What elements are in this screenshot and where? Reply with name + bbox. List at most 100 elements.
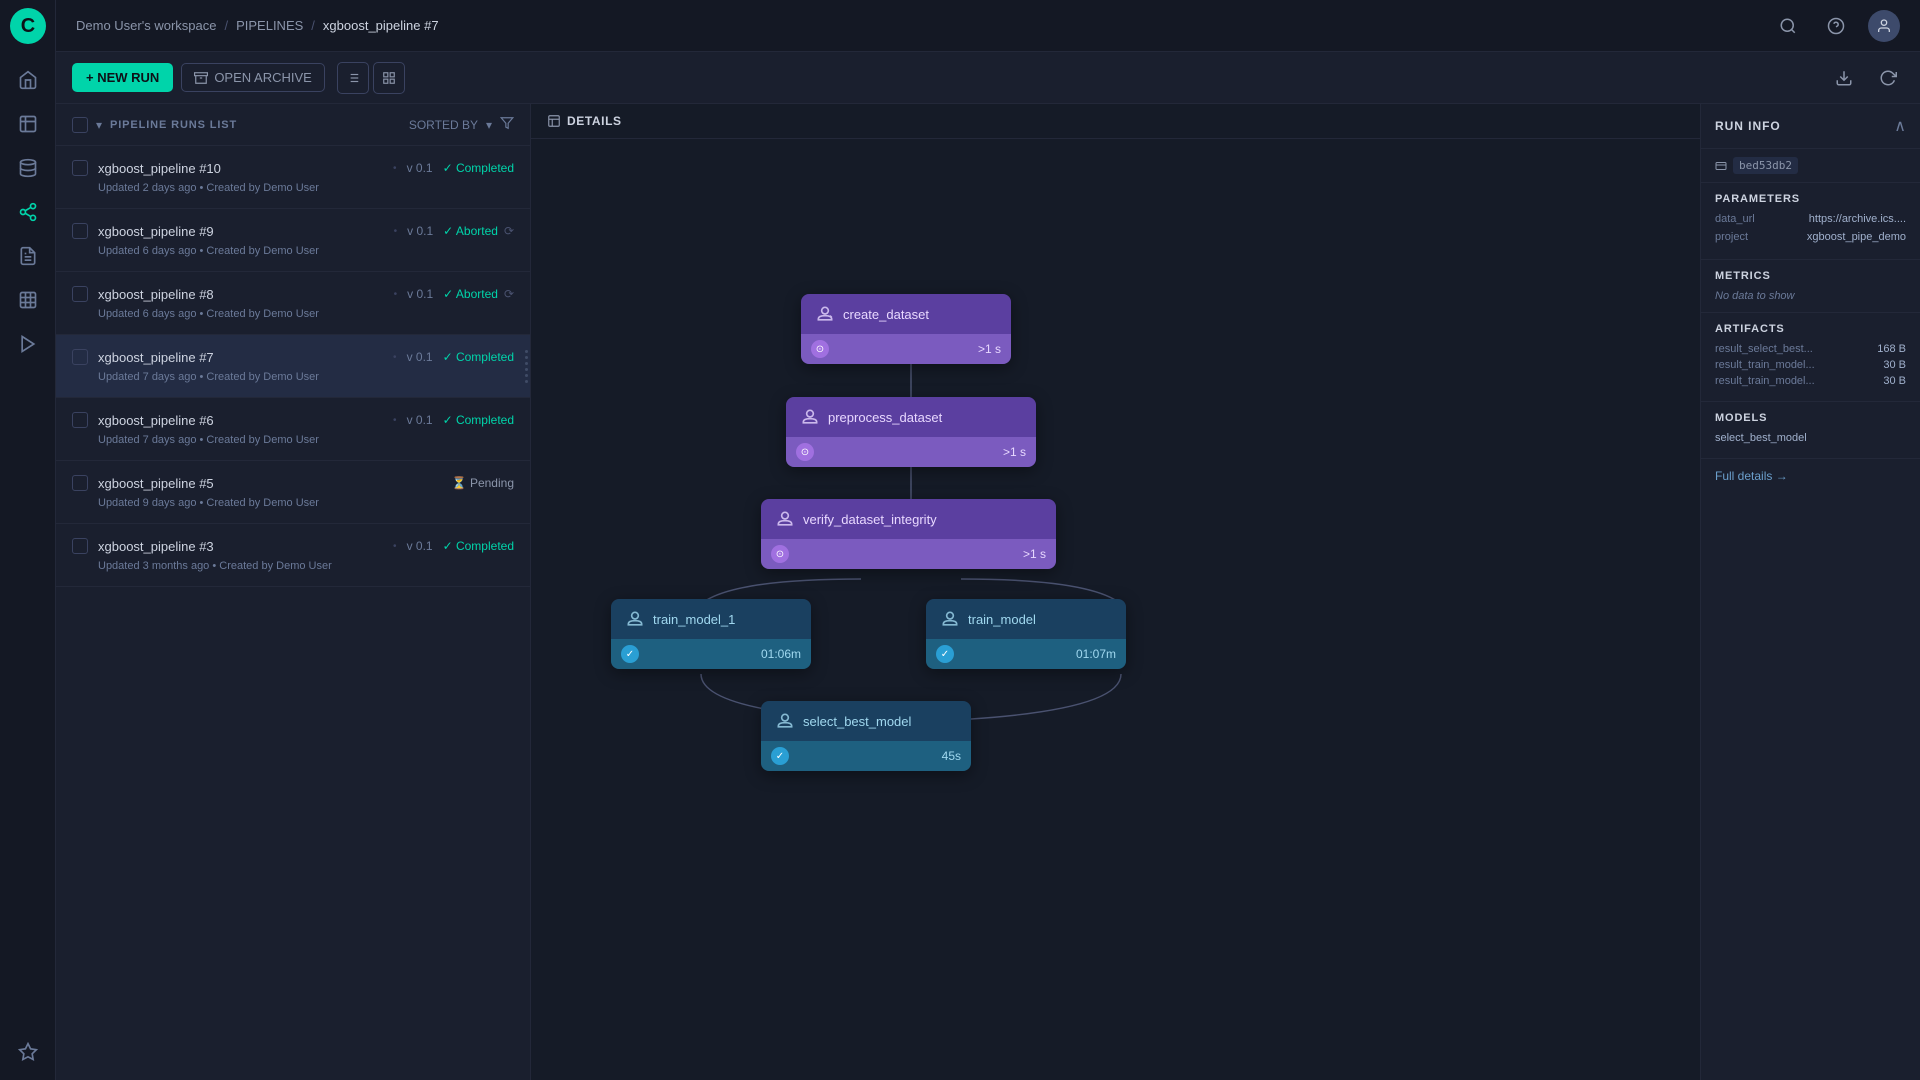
nav-experiments[interactable] [8, 104, 48, 144]
run-status: ✓ Aborted ⟳ [443, 224, 514, 238]
nav-home[interactable] [8, 60, 48, 100]
artifact-row-3: result_train_model... 30 B [1715, 375, 1906, 387]
run-name: xgboost_pipeline #7 [98, 350, 383, 365]
node-preprocess-dataset-name: preprocess_dataset [828, 410, 942, 425]
run-name: xgboost_pipeline #10 [98, 161, 383, 176]
run-item[interactable]: xgboost_pipeline #3 •v 0.1 ✓ Completed U… [56, 524, 530, 587]
nav-plugins[interactable] [8, 1032, 48, 1072]
run-name: xgboost_pipeline #6 [98, 413, 383, 428]
nav-datasets[interactable] [8, 148, 48, 188]
train-model-1-time: 01:06m [647, 647, 801, 661]
run-checkbox[interactable] [72, 286, 88, 302]
grid-view-button[interactable] [373, 62, 405, 94]
list-view-button[interactable] [337, 62, 369, 94]
help-icon[interactable] [1820, 10, 1852, 42]
version-sep: • [393, 352, 397, 363]
param-project-value: xgboost_pipe_demo [1807, 231, 1906, 243]
filter-icon[interactable] [500, 116, 514, 133]
main-area: Demo User's workspace / PIPELINES / xgbo… [56, 0, 1920, 1080]
app-logo[interactable]: C [10, 8, 46, 44]
refresh-icon[interactable] [1872, 62, 1904, 94]
nav-reports[interactable] [8, 236, 48, 276]
run-info-panel: RUN INFO ∧ bed53db2 PARAMETERS data_url … [1700, 104, 1920, 1080]
run-item-top: xgboost_pipeline #10 •v 0.1 ✓ Completed [72, 160, 514, 176]
artifact-2-key: result_train_model... [1715, 359, 1815, 371]
details-tab: DETAILS [531, 104, 1700, 139]
run-meta: Updated 3 months ago • Created by Demo U… [98, 560, 514, 572]
breadcrumb: Demo User's workspace / PIPELINES / xgbo… [76, 18, 439, 33]
run-checkbox[interactable] [72, 160, 88, 176]
run-meta: Updated 6 days ago • Created by Demo Use… [98, 308, 514, 320]
runs-header-right: SORTED BY ▾ [409, 116, 514, 133]
preprocess-dataset-time: >1 s [822, 445, 1026, 459]
run-checkbox[interactable] [72, 223, 88, 239]
node-select-best-model[interactable]: select_best_model ✓ 45s [761, 701, 971, 771]
run-item-top: xgboost_pipeline #3 •v 0.1 ✓ Completed [72, 538, 514, 554]
param-data-url-value: https://archive.ics.... [1809, 213, 1906, 225]
version-sep: • [393, 415, 397, 426]
collapse-icon[interactable]: ∧ [1894, 116, 1906, 136]
version-sep: • [393, 541, 397, 552]
version-sep: • [393, 163, 397, 174]
node-preprocess-dataset[interactable]: preprocess_dataset ⊙ >1 s [786, 397, 1036, 467]
nav-tables[interactable] [8, 280, 48, 320]
models-title: MODELS [1715, 412, 1906, 424]
run-version: v 0.1 [407, 350, 433, 364]
open-archive-label: OPEN ARCHIVE [214, 70, 312, 85]
verify-integrity-time: >1 s [797, 547, 1046, 561]
toolbar-right [1828, 62, 1904, 94]
run-checkbox[interactable] [72, 538, 88, 554]
details-tab-label[interactable]: DETAILS [567, 114, 622, 128]
breadcrumb-section[interactable]: PIPELINES [236, 18, 303, 33]
run-item[interactable]: xgboost_pipeline #5 ⏳ Pending Updated 9 … [56, 461, 530, 524]
nav-deploy[interactable] [8, 324, 48, 364]
view-toggle [337, 62, 405, 94]
run-status: ✓ Completed [443, 161, 514, 175]
run-checkbox[interactable] [72, 412, 88, 428]
parameters-section: PARAMETERS data_url https://archive.ics.… [1701, 183, 1920, 260]
run-item[interactable]: xgboost_pipeline #10 •v 0.1 ✓ Completed … [56, 146, 530, 209]
node-train-model-name: train_model [968, 612, 1036, 627]
select-all-checkbox[interactable] [72, 117, 88, 133]
sort-dropdown-icon[interactable]: ▾ [486, 118, 492, 132]
node-train-model-1[interactable]: train_model_1 ✓ 01:06m [611, 599, 811, 669]
breadcrumb-current: xgboost_pipeline #7 [323, 18, 439, 33]
drag-handle [522, 346, 530, 386]
checkbox-dropdown-icon[interactable]: ▾ [96, 118, 102, 132]
param-data-url-row: data_url https://archive.ics.... [1715, 213, 1906, 225]
run-checkbox[interactable] [72, 475, 88, 491]
run-item[interactable]: xgboost_pipeline #8 •v 0.1 ✓ Aborted ⟳ U… [56, 272, 530, 335]
run-checkbox[interactable] [72, 349, 88, 365]
version-sep: • [394, 226, 398, 237]
new-run-button[interactable]: + NEW RUN [72, 63, 173, 92]
sorted-by-label: SORTED BY [409, 118, 478, 132]
search-icon[interactable] [1772, 10, 1804, 42]
artifact-1-key: result_select_best... [1715, 343, 1813, 355]
run-id-row: bed53db2 [1701, 149, 1920, 183]
run-info-title: RUN INFO [1715, 119, 1781, 133]
run-status: ✓ Aborted ⟳ [443, 287, 514, 301]
run-item[interactable]: xgboost_pipeline #9 •v 0.1 ✓ Aborted ⟳ U… [56, 209, 530, 272]
download-icon[interactable] [1828, 62, 1860, 94]
content-area: ▾ PIPELINE RUNS LIST SORTED BY ▾ xgboost… [56, 104, 1920, 1080]
select-best-model-status-icon: ✓ [771, 747, 789, 765]
model-item-1: select_best_model [1715, 432, 1906, 444]
train-model-time: 01:07m [962, 647, 1116, 661]
full-details-link[interactable]: Full details → [1701, 459, 1920, 493]
run-item-top: xgboost_pipeline #8 •v 0.1 ✓ Aborted ⟳ [72, 286, 514, 302]
id-icon [1715, 160, 1727, 172]
node-create-dataset[interactable]: create_dataset ⊙ >1 s [801, 294, 1011, 364]
nav-pipelines[interactable] [8, 192, 48, 232]
run-meta: Updated 6 days ago • Created by Demo Use… [98, 245, 514, 257]
artifact-row-1: result_select_best... 168 B [1715, 343, 1906, 355]
run-item[interactable]: xgboost_pipeline #6 •v 0.1 ✓ Completed U… [56, 398, 530, 461]
run-meta: Updated 9 days ago • Created by Demo Use… [98, 497, 514, 509]
run-item-top: xgboost_pipeline #9 •v 0.1 ✓ Aborted ⟳ [72, 223, 514, 239]
user-avatar[interactable] [1868, 10, 1900, 42]
node-train-model[interactable]: train_model ✓ 01:07m [926, 599, 1126, 669]
run-item[interactable]: xgboost_pipeline #7 •v 0.1 ✓ Completed U… [56, 335, 530, 398]
node-verify-integrity[interactable]: verify_dataset_integrity ⊙ >1 s [761, 499, 1056, 569]
open-archive-button[interactable]: OPEN ARCHIVE [181, 63, 325, 92]
preprocess-dataset-status-icon: ⊙ [796, 443, 814, 461]
node-train-model-1-name: train_model_1 [653, 612, 735, 627]
